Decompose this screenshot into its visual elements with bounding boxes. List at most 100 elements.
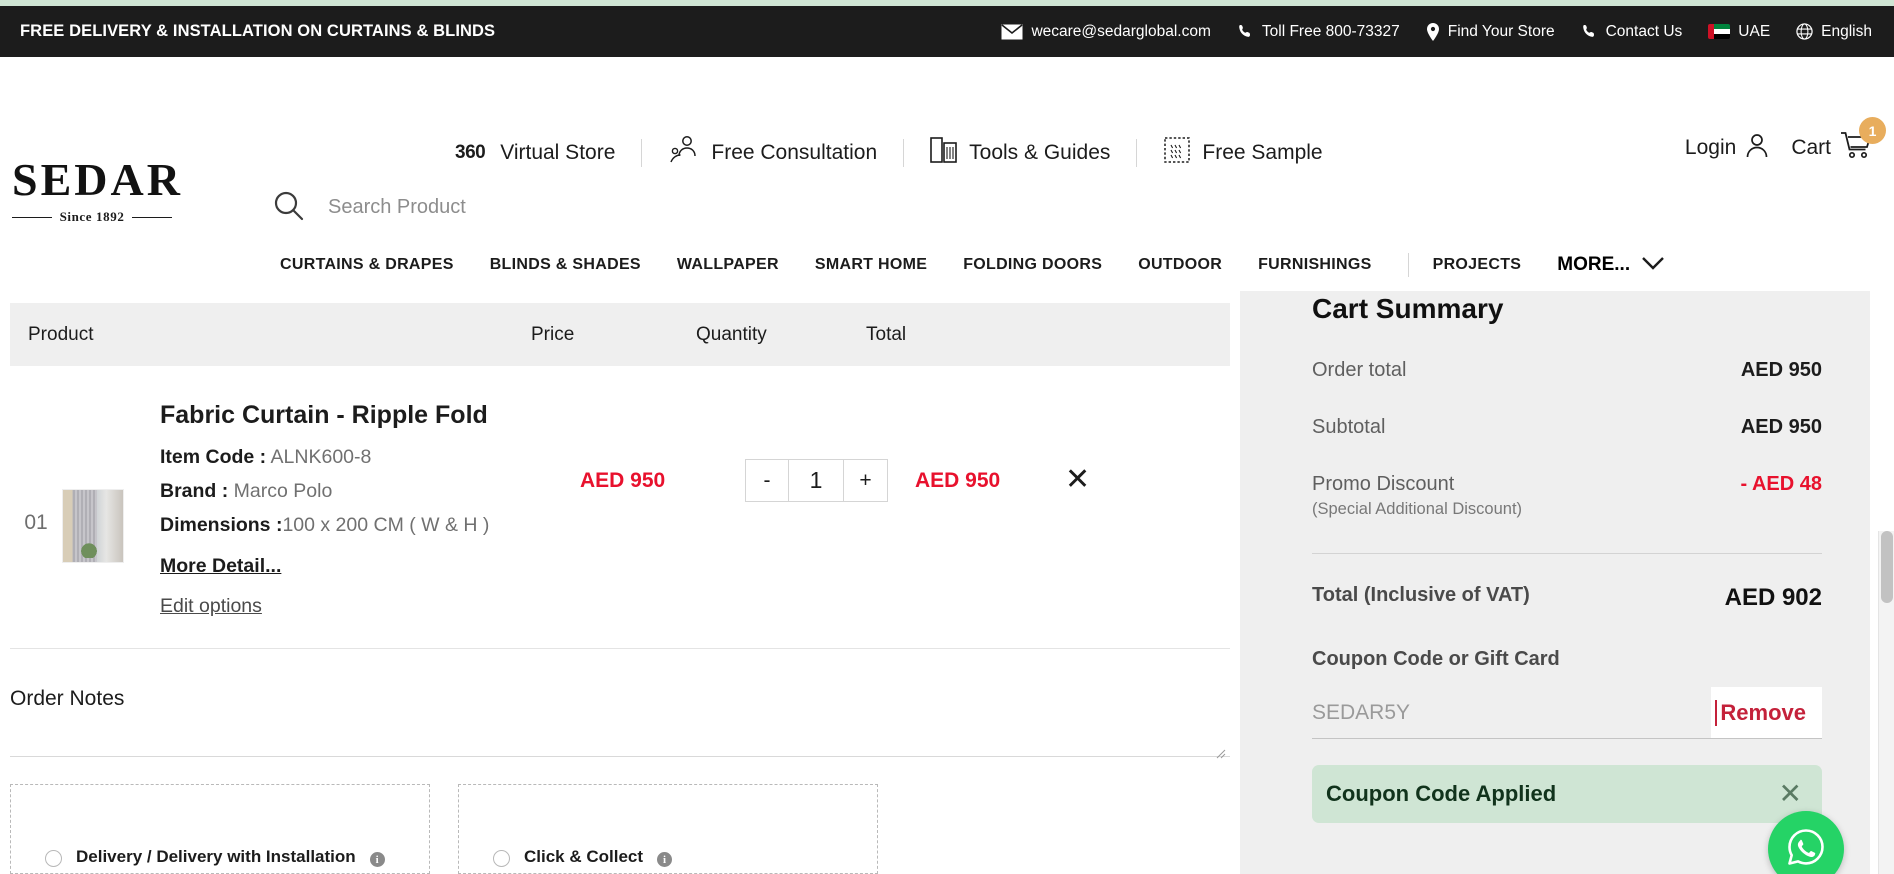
quantity-stepper: - 1 + <box>745 459 888 502</box>
search-input[interactable] <box>328 195 888 219</box>
column-header-total: Total <box>866 323 907 345</box>
page-scrollbar[interactable] <box>1878 531 1894 874</box>
virtual-store-label: Virtual Store <box>500 141 616 164</box>
nav-divider <box>1407 253 1409 277</box>
announcement-text: FREE DELIVERY & INSTALLATION ON CURTAINS… <box>20 22 496 40</box>
logo-tagline: Since 1892 <box>59 209 125 224</box>
text-cursor-caret <box>1715 699 1718 726</box>
header-utility-row: 360 Virtual Store Free Consultation Tool… <box>455 129 1870 177</box>
language-selector[interactable]: English <box>1796 23 1872 41</box>
email-link[interactable]: wecare@sedarglobal.com <box>1001 23 1211 41</box>
delivery-radio[interactable] <box>45 850 62 867</box>
promo-discount-sublabel: (Special Additional Discount) <box>1312 500 1523 518</box>
nav-folding-doors[interactable]: FOLDING DOORS <box>963 256 1102 274</box>
click-collect-option-card[interactable]: Click & Collect i <box>458 784 878 874</box>
edit-options-link[interactable]: Edit options <box>160 595 580 618</box>
item-code-value: ALNK600-8 <box>270 446 372 468</box>
fulfilment-method-row: Delivery / Delivery with Installation i … <box>10 784 1230 874</box>
uae-flag-icon <box>1708 24 1731 39</box>
coupon-input[interactable] <box>1312 687 1712 738</box>
product-title: Fabric Curtain - Ripple Fold <box>160 401 488 429</box>
nav-curtains-drapes[interactable]: CURTAINS & DRAPES <box>280 256 454 274</box>
find-store-link[interactable]: Find Your Store <box>1426 22 1555 41</box>
product-dimensions-row: Dimensions :100 x 200 CM ( W & H ) <box>160 514 580 537</box>
nav-more-menu[interactable]: MORE... <box>1557 254 1664 276</box>
cart-count-badge: 1 <box>1859 117 1886 144</box>
promo-discount-label: Promo Discount <box>1312 473 1455 495</box>
summary-divider <box>1312 553 1822 554</box>
free-consultation-label: Free Consultation <box>711 141 878 164</box>
total-vat-value: AED 902 <box>1724 584 1822 611</box>
cart-summary-panel: Cart Summary Order total AED 950 Subtota… <box>1240 291 1870 874</box>
order-notes-block: Order Notes <box>10 687 1230 762</box>
order-total-label: Order total <box>1312 359 1407 381</box>
click-collect-radio[interactable] <box>493 850 510 867</box>
nav-outdoor[interactable]: OUTDOOR <box>1138 256 1222 274</box>
tools-guides-link[interactable]: Tools & Guides <box>930 135 1110 171</box>
dimensions-label: Dimensions : <box>160 514 283 536</box>
location-pin-icon <box>1426 22 1440 41</box>
delivery-info-icon[interactable]: i <box>369 852 385 867</box>
click-collect-option-label: Click & Collect <box>524 847 644 866</box>
nav-smart-home[interactable]: SMART HOME <box>815 256 927 274</box>
contact-us-link[interactable]: Contact Us <box>1581 22 1683 41</box>
more-detail-link[interactable]: More Detail... <box>160 555 281 578</box>
logo-tagline-rule: Since 1892 <box>12 209 172 225</box>
click-collect-info-icon[interactable]: i <box>657 852 673 867</box>
cart-button[interactable]: Cart 1 <box>1791 117 1886 165</box>
promo-discount-group: Promo Discount (Special Additional Disco… <box>1312 473 1522 519</box>
page-content: Product Price Quantity Total 01 Fabric C… <box>0 291 1894 874</box>
login-button[interactable]: Login <box>1685 133 1769 164</box>
tools-guides-icon <box>930 135 958 171</box>
main-navigation: CURTAINS & DRAPES BLINDS & SHADES WALLPA… <box>0 239 1894 291</box>
free-sample-link[interactable]: Free Sample <box>1163 136 1323 170</box>
free-sample-label: Free Sample <box>1202 141 1323 164</box>
whatsapp-float-button[interactable] <box>1768 811 1844 874</box>
product-brand-row: Brand : Marco Polo <box>160 480 580 503</box>
phone-icon <box>1237 23 1254 40</box>
remove-item-icon[interactable]: ✕ <box>1065 465 1090 495</box>
login-label: Login <box>1684 136 1737 159</box>
coupon-applied-banner: Coupon Code Applied ✕ <box>1312 765 1822 823</box>
remove-coupon-button[interactable]: Remove <box>1711 687 1822 738</box>
language-text: English <box>1821 22 1872 40</box>
summary-row-promo-discount: Promo Discount (Special Additional Disco… <box>1312 473 1822 519</box>
quantity-value[interactable]: 1 <box>789 460 844 501</box>
close-icon[interactable]: ✕ <box>1779 780 1802 808</box>
order-total-value: AED 950 <box>1740 359 1822 381</box>
table-row: 01 Fabric Curtain - Ripple Fold Item Cod… <box>10 366 1230 649</box>
quantity-cell: - 1 + <box>745 401 915 502</box>
site-logo[interactable]: SEDAR Since 1892 <box>12 157 180 225</box>
topbar-utility-links: wecare@sedarglobal.com Toll Free 800-733… <box>1001 6 1872 57</box>
promo-discount-value: - AED 48 <box>1740 473 1822 495</box>
toll-free-link[interactable]: Toll Free 800-73327 <box>1237 23 1400 41</box>
row-index: 01 <box>24 511 48 534</box>
column-header-product: Product <box>28 323 94 345</box>
quantity-decrement-button[interactable]: - <box>746 460 789 501</box>
cart-summary-title: Cart Summary <box>1312 293 1504 324</box>
consultation-person-icon <box>668 135 700 171</box>
nav-furnishings[interactable]: FURNISHINGS <box>1258 256 1372 274</box>
virtual-store-link[interactable]: 360 Virtual Store <box>455 141 615 165</box>
product-thumbnail[interactable] <box>62 489 124 563</box>
nav-wallpaper[interactable]: WALLPAPER <box>677 256 779 274</box>
order-notes-textarea[interactable] <box>10 721 1230 757</box>
contact-us-text: Contact Us <box>1605 22 1683 40</box>
coupon-input-row: Remove <box>1312 687 1822 739</box>
nav-blinds-shades[interactable]: BLINDS & SHADES <box>490 256 641 274</box>
envelope-icon <box>1001 23 1023 40</box>
whatsapp-icon <box>1783 824 1829 874</box>
quantity-increment-button[interactable]: + <box>844 460 887 501</box>
free-consultation-link[interactable]: Free Consultation <box>668 135 877 171</box>
nav-projects[interactable]: PROJECTS <box>1433 256 1522 274</box>
scrollbar-thumb[interactable] <box>1881 531 1893 603</box>
nav-more-label: MORE... <box>1557 254 1631 275</box>
summary-row-order-total: Order total AED 950 <box>1312 359 1822 382</box>
country-selector[interactable]: UAE <box>1708 23 1770 41</box>
utility-divider-1 <box>641 139 643 167</box>
search-bar <box>272 183 1870 231</box>
search-icon[interactable] <box>272 189 304 226</box>
column-header-price: Price <box>531 323 575 345</box>
country-text: UAE <box>1738 22 1771 40</box>
delivery-option-card[interactable]: Delivery / Delivery with Installation i <box>10 784 430 874</box>
